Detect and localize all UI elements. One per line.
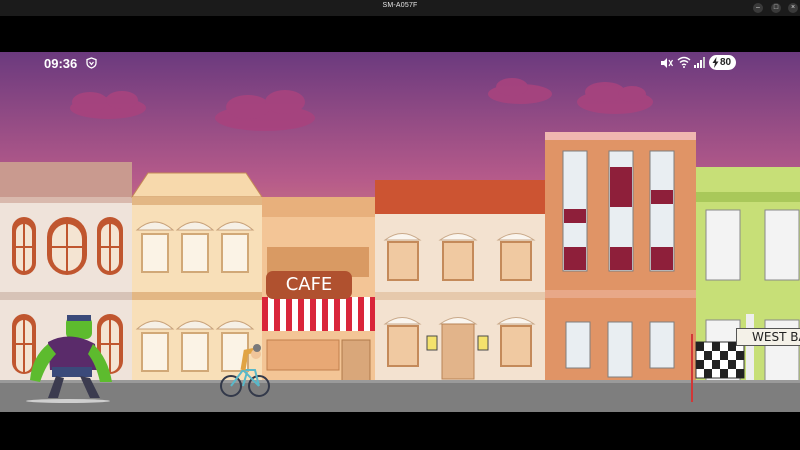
- building-2: [131, 172, 263, 383]
- vpn-shield-icon: [86, 57, 97, 69]
- battery-level: 80: [720, 57, 732, 68]
- signal-icon: [694, 57, 705, 68]
- road: [0, 382, 800, 412]
- window-title: SM-A057F: [382, 2, 418, 9]
- battery-charging-icon: [712, 57, 719, 68]
- battery-indicator: 80: [709, 55, 736, 70]
- building-5: [545, 132, 696, 383]
- wifi-icon: [677, 56, 691, 68]
- building-4: [375, 180, 546, 383]
- android-status-bar: 09:36 80: [0, 52, 800, 74]
- mute-icon: [661, 58, 673, 68]
- maximize-button[interactable]: □: [771, 3, 781, 13]
- status-time: 09:36: [44, 56, 78, 71]
- close-button[interactable]: ×: [788, 3, 798, 13]
- phone-screen[interactable]: CAFE WEST BA 09:36 80: [0, 52, 800, 412]
- cafe-sign: CAFE: [266, 271, 352, 299]
- cafe-awning: [262, 297, 375, 331]
- window-titlebar: SM-A057F – □ ×: [0, 0, 800, 16]
- minimize-button[interactable]: –: [753, 3, 763, 13]
- west-bank-sign: WEST BA: [736, 328, 800, 346]
- game-canvas[interactable]: [0, 52, 800, 412]
